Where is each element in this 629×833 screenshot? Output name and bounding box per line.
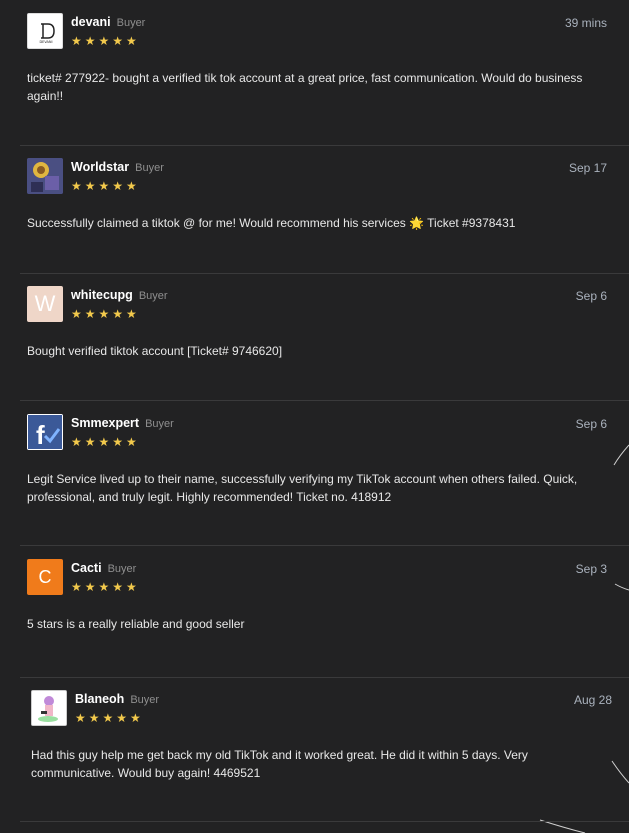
reviewer-role: Buyer (145, 418, 174, 430)
reviewer-role: Buyer (130, 694, 160, 706)
review-text: 5 stars is a really reliable and good se… (27, 617, 245, 631)
avatar[interactable]: f (27, 414, 63, 450)
facebook-check-icon: f (27, 414, 63, 450)
divider (20, 145, 629, 146)
review-text: Legit Service lived up to their name, su… (27, 472, 578, 504)
avatar-letter: C (38, 567, 52, 587)
reviewer-name[interactable]: whitecupg Buyer (71, 288, 168, 302)
avatar[interactable]: C (27, 559, 63, 595)
reviewer-name[interactable]: Blaneoh Buyer (75, 692, 159, 706)
review-time: Aug 28 (573, 693, 612, 707)
review-text: Successfully claimed a tiktok @ for me! … (27, 216, 516, 230)
divider (20, 273, 629, 274)
review-time: Sep 17 (568, 161, 607, 175)
star-rating: ★★★★★ (71, 307, 140, 321)
review-text: ticket# 277922- bought a verified tik to… (27, 71, 583, 103)
review-text: Bought verified tiktok account [Ticket# … (27, 344, 283, 358)
reviewer-role: Buyer (135, 162, 164, 174)
reviewer-name[interactable]: devani Buyer (71, 15, 145, 29)
star-rating: ★★★★★ (71, 435, 140, 449)
avatar[interactable] (27, 158, 63, 194)
avatar[interactable] (31, 690, 67, 726)
character-icon (27, 158, 63, 194)
review-time: Sep 6 (575, 417, 607, 431)
star-rating: ★★★★★ (75, 711, 144, 725)
review-text: Had this guy help me get back my old Tik… (31, 748, 528, 780)
svg-text:DEVANI: DEVANI (39, 40, 52, 44)
divider (20, 400, 629, 401)
avatar[interactable]: W (27, 286, 63, 322)
star-rating: ★★★★★ (71, 179, 140, 193)
character-icon (32, 691, 66, 725)
reviewer-role: Buyer (138, 290, 168, 302)
avatar-letter: W (34, 291, 56, 316)
reviewer-name[interactable]: Smmexpert Buyer (71, 416, 174, 430)
review-time: 39 mins (564, 16, 607, 30)
divider (20, 821, 629, 822)
svg-text:f: f (36, 420, 45, 450)
star-rating: ★★★★★ (71, 580, 140, 594)
star-rating: ★★★★★ (71, 34, 140, 48)
review-time: Sep 3 (575, 562, 607, 576)
reviewer-name[interactable]: Worldstar Buyer (71, 160, 164, 174)
review-time: Sep 6 (575, 289, 607, 303)
reviewer-role: Buyer (107, 563, 137, 575)
reviewer-name[interactable]: Cacti Buyer (71, 561, 136, 575)
divider (20, 545, 629, 546)
logo-icon: DEVANI (39, 23, 55, 44)
avatar[interactable]: DEVANI (27, 13, 63, 49)
reviewer-role: Buyer (116, 17, 146, 29)
divider (20, 677, 629, 678)
